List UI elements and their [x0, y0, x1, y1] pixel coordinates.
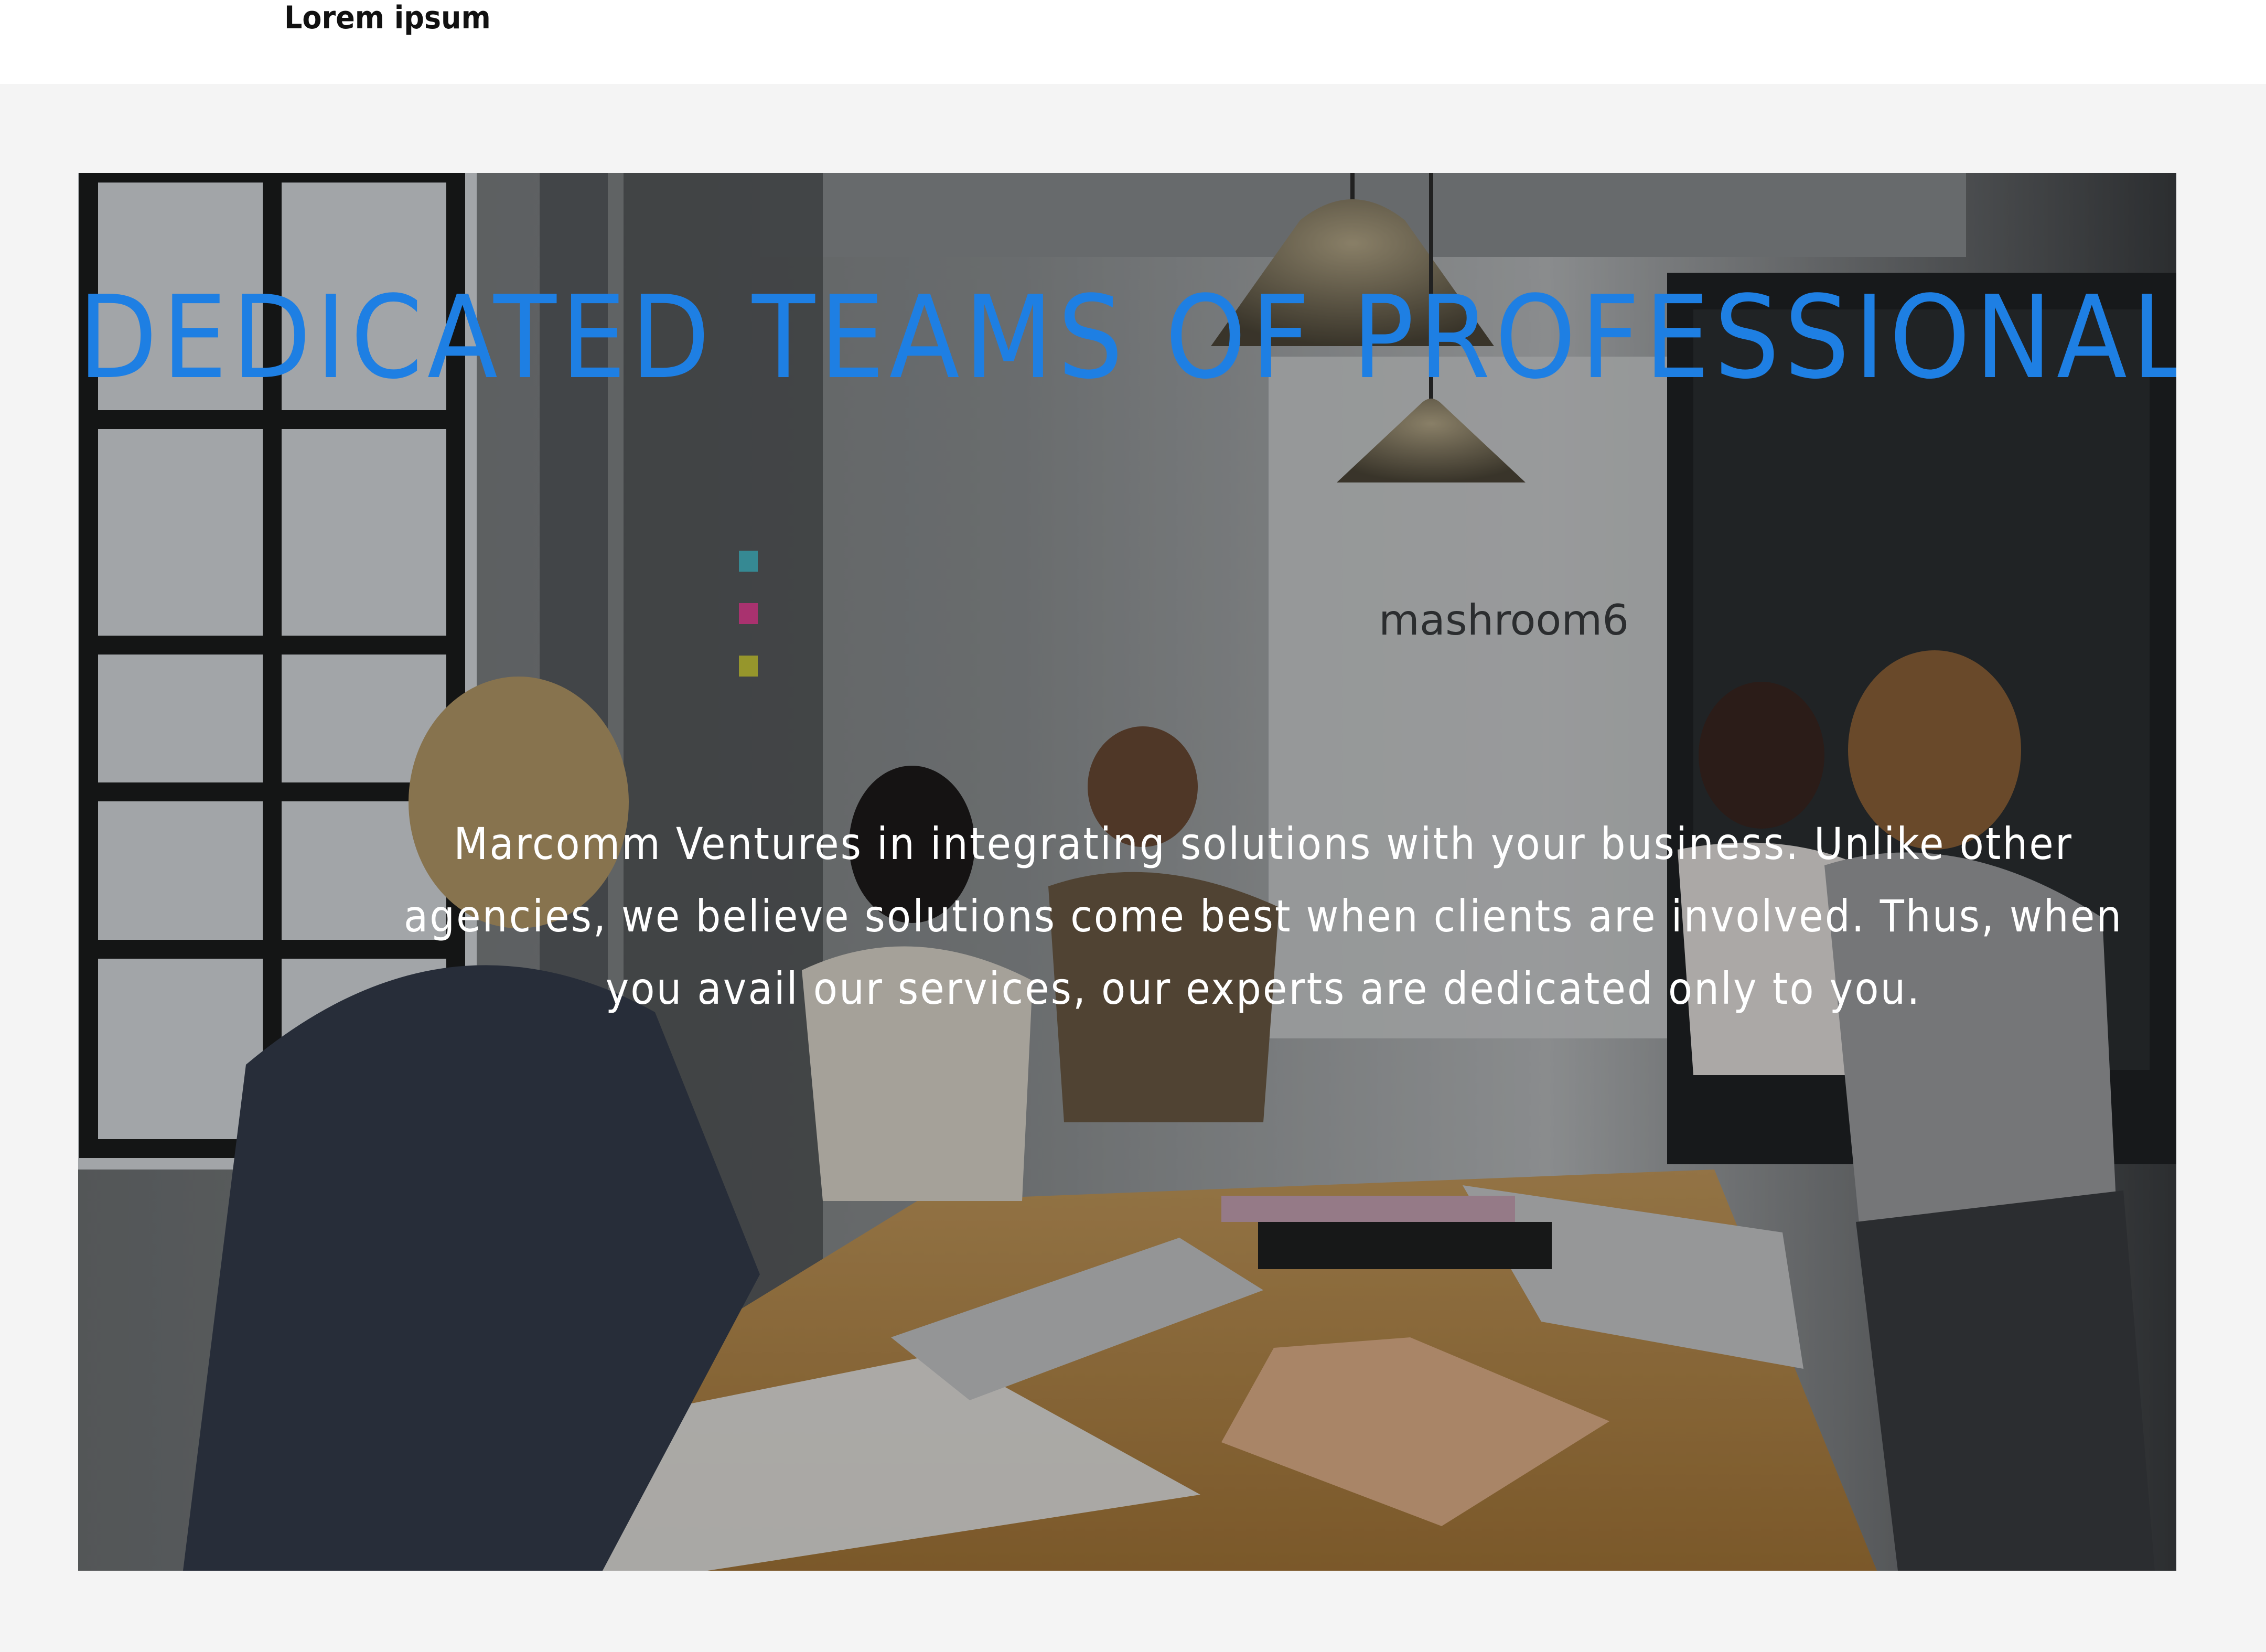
top-bar: Lorem ipsum	[0, 0, 2266, 84]
hero-description: Marcomm Ventures in integrating solution…	[403, 818, 2123, 1014]
hero-banner: mashroom6 DEDICATED TEAMS OF PROFESSIONA…	[78, 173, 2176, 1571]
hero-title: DEDICATED TEAMS OF PROFESSIONALS	[78, 272, 2176, 404]
site-label: Lorem ipsum	[284, 0, 491, 36]
